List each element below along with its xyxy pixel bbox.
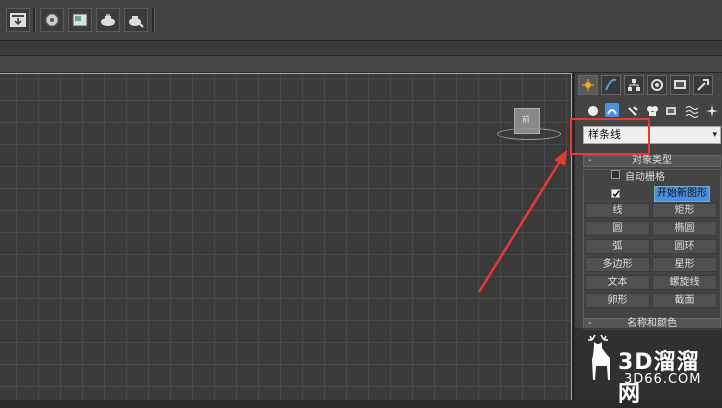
viewcube-label: 前 (522, 115, 530, 124)
circle-button[interactable]: 圆 (585, 221, 650, 236)
hierarchy-tab[interactable] (624, 75, 644, 95)
start-new-shape-checkbox[interactable] (611, 189, 620, 198)
toolbar-separator (33, 8, 36, 32)
lights-icon[interactable] (626, 103, 640, 117)
rendered-frame-window-icon[interactable] (68, 8, 92, 32)
geometry-icon[interactable] (586, 103, 600, 117)
watermark-domain: 3D66.COM (624, 372, 702, 387)
category-dropdown[interactable]: 样条线 ▾ (583, 126, 721, 144)
cameras-icon[interactable] (645, 103, 659, 117)
section-button[interactable]: 截面 (652, 293, 717, 308)
donut-button[interactable]: 圆环 (652, 239, 717, 254)
render-production-icon[interactable] (96, 8, 120, 32)
shapes-icon[interactable] (605, 103, 619, 117)
ellipse-button[interactable]: 椭圆 (652, 221, 717, 236)
arc-button[interactable]: 弧 (585, 239, 650, 254)
viewport-label-strip (0, 56, 722, 72)
viewcube-compass-ring[interactable] (497, 128, 561, 140)
toolbar-separator (152, 8, 155, 32)
deer-logo-icon (588, 334, 610, 380)
helix-button[interactable]: 螺旋线 (652, 275, 717, 290)
star-button[interactable]: 星形 (652, 257, 717, 272)
egg-button[interactable]: 卵形 (585, 293, 650, 308)
ngon-button[interactable]: 多边形 (585, 257, 650, 272)
systems-icon[interactable] (705, 103, 719, 117)
line-button[interactable]: 线 (585, 203, 650, 218)
chevron-down-icon: ▾ (712, 130, 717, 140)
rectangle-button[interactable]: 矩形 (652, 203, 717, 218)
helpers-icon[interactable] (664, 103, 678, 117)
autogrid-label: 自动栅格 (625, 172, 665, 183)
autogrid-checkbox[interactable] (611, 170, 620, 179)
text-button[interactable]: 文本 (585, 275, 650, 290)
create-tab[interactable] (578, 75, 598, 95)
render-frame-icon[interactable] (6, 8, 30, 32)
object-type-title: 对象类型 (632, 155, 672, 166)
render-iterative-icon[interactable] (124, 8, 148, 32)
modify-tab[interactable] (601, 75, 621, 95)
collapse-icon: - (588, 155, 592, 166)
motion-tab[interactable] (647, 75, 667, 95)
display-tab[interactable] (670, 75, 690, 95)
main-toolbar (0, 0, 722, 41)
render-setup-icon[interactable] (40, 8, 64, 32)
utilities-tab[interactable] (693, 75, 713, 95)
space-warps-icon[interactable] (685, 103, 699, 118)
perspective-viewport[interactable]: 前 (0, 73, 572, 400)
ribbon-strip (0, 41, 722, 56)
start-new-shape-button[interactable]: 开始新图形 (654, 186, 710, 202)
object-type-rollout-header[interactable]: - 对象类型 (583, 155, 721, 167)
category-dropdown-value: 样条线 (588, 128, 621, 141)
